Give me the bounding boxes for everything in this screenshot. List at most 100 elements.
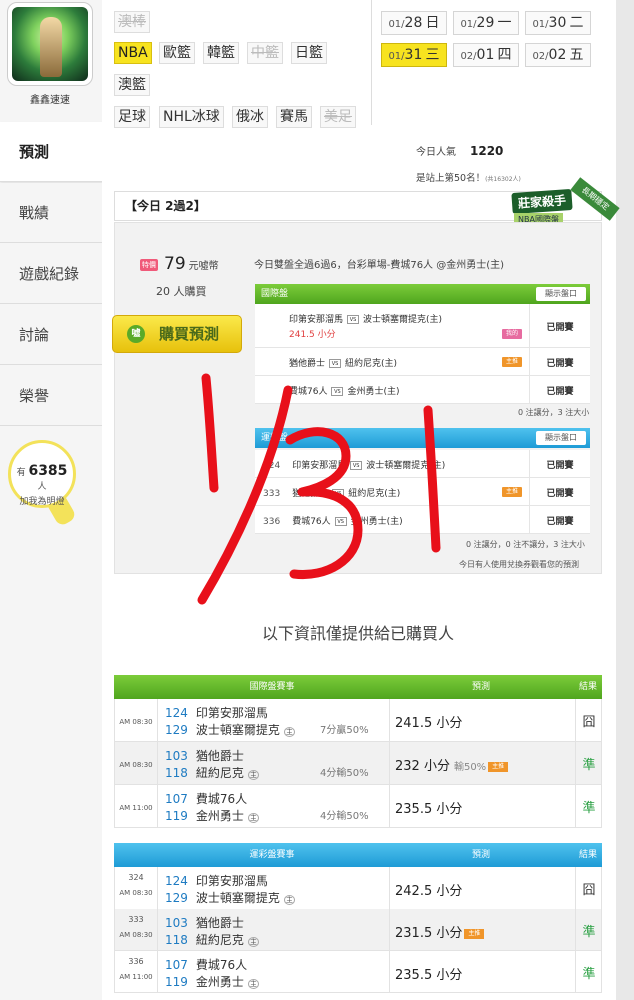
table-row: AM 11:00 107 費城76人 119 金州勇士主 4分輸50% 235.5 … (114, 785, 602, 828)
team-name: 金州勇士 (195, 975, 244, 989)
divider (389, 699, 390, 741)
home-icon: 主 (247, 937, 259, 947)
category-tab[interactable]: 日籃 (291, 42, 327, 64)
prediction-value: 232 小分 (395, 759, 450, 774)
category-tab[interactable]: 韓籃 (203, 42, 239, 64)
category-tab[interactable]: 賽馬 (276, 106, 312, 128)
purchasers-only-notice: 以下資訊僅提供給已購買人 (261, 624, 454, 643)
game-time: AM 11:00 (119, 804, 153, 812)
table-row: 猶他爵士 VS 紐約尼克(主) 主推 已開賽 (255, 348, 590, 376)
date-tab[interactable]: 02/01 四 (453, 43, 519, 67)
price: 79 元噓幣 (164, 254, 219, 274)
category-tab[interactable]: 歐籃 (159, 42, 195, 64)
lottery-results-header: 運彩盤賽事 預測 結果 (114, 843, 602, 867)
date-day: 31 (404, 47, 423, 63)
home-team: 金州勇士(主) (350, 517, 403, 527)
date-tab[interactable]: 02/02 五 (525, 43, 591, 67)
nav-item-game-history[interactable]: 遊戲紀錄 (0, 244, 102, 304)
date-weekday: 二 (569, 15, 584, 31)
buy-prediction-button[interactable]: 噓購買預測 (112, 315, 242, 353)
category-tab[interactable]: NBA (114, 42, 152, 64)
team-name: 費城76人 (195, 958, 248, 972)
status: 已開賽 (529, 376, 590, 403)
featured-chip: 主推 (464, 928, 485, 939)
date-day: 30 (548, 15, 567, 31)
table-row: 333 AM 08:30 103 猶他爵士 118 紐約尼克主 231.5 小分 主推… (114, 909, 602, 951)
home-team: 118 紐約尼克主 (165, 764, 259, 781)
divider (389, 951, 390, 992)
home-icon: 主 (283, 895, 295, 905)
category-tab[interactable]: 中籃 (247, 42, 283, 64)
intl-results-header: 國際盤賽事 預測 結果 (114, 675, 602, 699)
nav-item-record[interactable]: 戰績 (0, 183, 102, 243)
featured-chip: 主推 (502, 357, 522, 367)
buyer-count: 20 人購買 (156, 285, 207, 298)
table-row: AM 08:30 124 印第安那溜馬 129 波士頓塞爾提克主 7分贏50% 24… (114, 699, 602, 742)
away-team: 103 猶他爵士 (165, 914, 244, 931)
date-tab[interactable]: 01/28 日 (381, 11, 447, 35)
home-team: 紐約尼克(主) (345, 359, 398, 369)
date-month: 02/ (460, 51, 477, 62)
category-tab[interactable]: 美足 (320, 106, 356, 128)
prediction: 235.5 小分 (395, 798, 462, 817)
category-tab[interactable]: 澳籃 (114, 74, 150, 96)
table-row: 336 AM 11:00 107 費城76人 119 金州勇士主 235.5 小分 … (114, 951, 602, 993)
prediction-extra: 輸50% (453, 762, 487, 773)
team-number: 118 (165, 766, 188, 780)
fans-label: 加我為明燈 (19, 497, 65, 507)
date-tab[interactable]: 01/31 三 (381, 43, 447, 67)
divider (389, 742, 390, 784)
home-team: 129 波士頓塞爾提克主 (165, 889, 295, 906)
category-tab[interactable]: 足球 (114, 106, 150, 128)
team-name: 印第安那溜馬 (195, 874, 268, 888)
date-month: 01/ (532, 19, 549, 30)
rank: 是站上第50名！(共16302人) (416, 170, 521, 184)
date-tab[interactable]: 01/30 二 (525, 11, 591, 35)
date-day: 01 (476, 47, 495, 63)
show-odds-button[interactable]: 顯示盤口 (536, 287, 586, 301)
avatar[interactable] (7, 2, 93, 86)
nav-item-discussion[interactable]: 討論 (0, 305, 102, 365)
divider (157, 785, 158, 827)
result-win: 準 (582, 758, 596, 773)
home-team: 波士頓塞爾提克(主) (366, 461, 446, 471)
result-win: 準 (582, 925, 596, 940)
team-name: 印第安那溜馬 (195, 706, 268, 720)
category-tab[interactable]: 俄冰 (232, 106, 268, 128)
pick: 241.5 小分 (289, 330, 336, 340)
team-number: 107 (165, 792, 188, 806)
home-team: 119 金州勇士主 (165, 807, 259, 824)
team-name: 波士頓塞爾提克 (195, 723, 280, 737)
show-odds-button[interactable]: 顯示盤口 (536, 431, 586, 445)
status: 已開賽 (529, 450, 590, 477)
away-team: 印第安那溜馬 (289, 315, 344, 325)
featured-chip: 主推 (488, 761, 509, 772)
team-name: 紐約尼克 (195, 933, 244, 947)
voucher-note: 今日有人使用兌換券觀看您的預測 (459, 560, 579, 569)
result-lost: 囧 (582, 883, 596, 898)
matchup: 費城76人 VS 金州勇士(主) (289, 384, 399, 397)
team-number: 119 (165, 809, 188, 823)
date-month: 01/ (388, 51, 405, 62)
status: 已開賽 (529, 478, 590, 505)
category-tab[interactable]: NHL冰球 (159, 106, 224, 128)
status-text: 已開賽 (546, 323, 574, 333)
fans-prefix: 有 (16, 468, 26, 478)
nav-item-predictions[interactable]: 預測 (0, 122, 104, 182)
team-number: 118 (165, 933, 188, 947)
follow-lightbulb-button[interactable]: 有 6385 人 加我為明燈 (8, 440, 76, 508)
date-tab[interactable]: 01/29 一 (453, 11, 519, 35)
nav-item-honors[interactable]: 榮譽 (0, 366, 102, 426)
date-weekday: 四 (497, 47, 512, 63)
team-number: 119 (165, 975, 188, 989)
column-header-prediction: 預測 (471, 682, 490, 692)
matchup: 333 猶他爵士 VS 紐約尼克(主) (263, 486, 400, 499)
lottery-number: 324 (263, 461, 281, 471)
result-win: 準 (582, 967, 596, 982)
home-icon: 主 (247, 813, 259, 823)
lottery-number: 333 (128, 915, 144, 924)
team-name: 猶他爵士 (195, 749, 244, 763)
date-weekday: 日 (425, 15, 440, 31)
category-tab[interactable]: 澳棒 (114, 11, 150, 33)
away-team: 124 印第安那溜馬 (165, 704, 268, 721)
